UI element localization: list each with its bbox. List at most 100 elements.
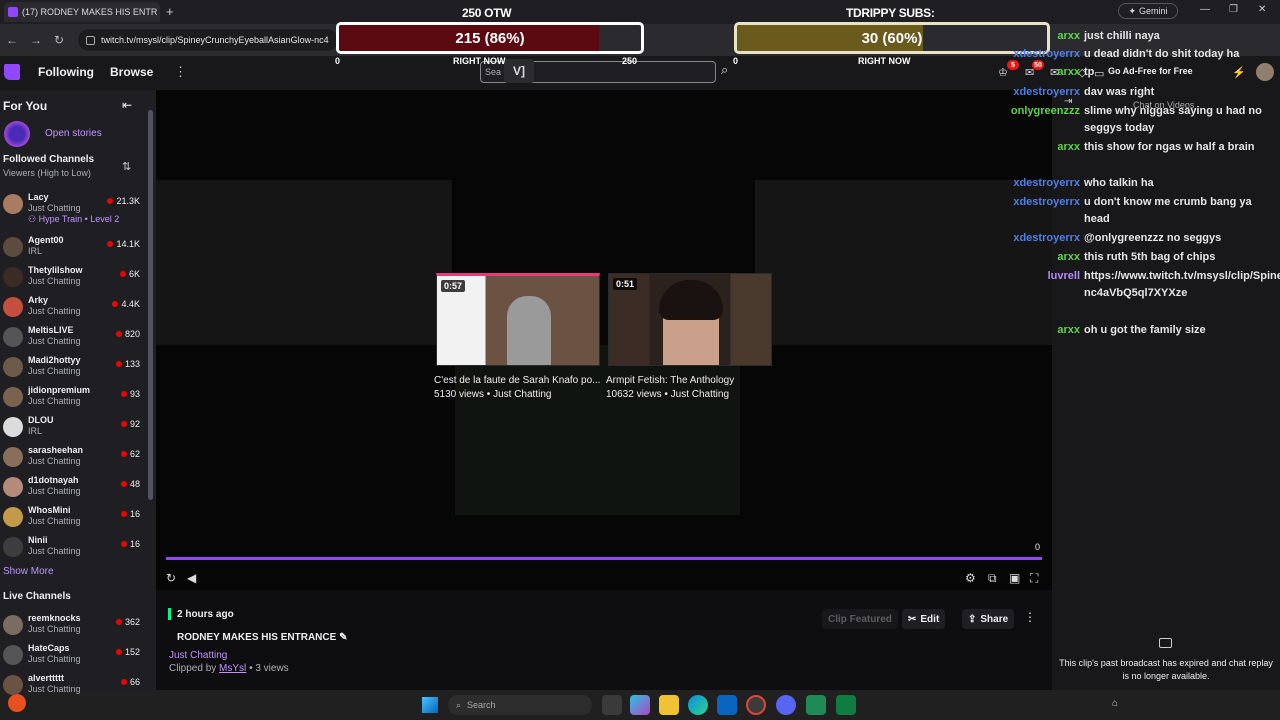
clip-featured-button[interactable]: Clip Featured xyxy=(822,609,898,629)
chat-username[interactable]: xdestroyerrx xyxy=(1002,194,1084,211)
copilot-icon[interactable] xyxy=(630,695,650,715)
maximize-icon[interactable]: ❐ xyxy=(1229,4,1238,15)
site-info-icon[interactable] xyxy=(86,35,95,45)
chrome-icon[interactable] xyxy=(746,695,766,715)
recommended-clip-title[interactable]: C'est de la faute de Sarah Knafo po... xyxy=(434,375,600,386)
sidebar-channel-whosmini[interactable]: WhosMini Just Chatting 16 xyxy=(0,503,150,533)
fullscreen-icon[interactable]: ⛶ xyxy=(1030,571,1038,586)
live-dot-icon xyxy=(120,679,127,685)
start-icon[interactable] xyxy=(422,697,438,713)
sidebar-channel-d1dotnayah[interactable]: d1dotnayah Just Chatting 48 xyxy=(0,473,150,503)
edge-icon[interactable] xyxy=(688,695,708,715)
chat-message: arxx just chilli naya xyxy=(1002,28,1280,45)
live-dot-icon xyxy=(120,481,127,487)
sidebar-channel-agent00[interactable]: Agent00 IRL 14.1K xyxy=(0,233,150,263)
chat-message: xdestroyerrx who talkin ha xyxy=(1002,175,1280,192)
url-field[interactable]: twitch.tv/msysl/clip/SpineyCrunchyEyebal… xyxy=(78,29,338,51)
show-more-link[interactable]: Show More xyxy=(3,566,54,577)
recommended-clip-2[interactable]: 0:51 xyxy=(608,273,772,366)
discord-icon[interactable] xyxy=(776,695,796,715)
sidebar-channel-jidionpremium[interactable]: jidionpremium Just Chatting 93 xyxy=(0,383,150,413)
back-icon[interactable]: ← xyxy=(6,33,18,47)
collapse-sidebar-icon[interactable]: ⇤ xyxy=(122,98,132,112)
chat-expired-notice: This clip's past broadcast has expired a… xyxy=(1059,658,1273,681)
clip-category-link[interactable]: Just Chatting xyxy=(169,650,227,661)
chat-username[interactable]: onlygreenzzz xyxy=(1002,103,1084,120)
chat-username[interactable]: xdestroyerrx xyxy=(1002,46,1084,63)
sidebar-channel-arky[interactable]: Arky Just Chatting 4.4K xyxy=(0,293,150,323)
nav-following[interactable]: Following xyxy=(38,65,94,79)
clipper-link[interactable]: MsYsl xyxy=(219,663,246,674)
settings-gear-icon[interactable]: ⚙ xyxy=(965,571,976,585)
viewer-count: 21.3K xyxy=(107,196,140,206)
stories-avatar[interactable] xyxy=(4,121,30,147)
channel-category: IRL xyxy=(28,246,43,256)
reload-icon[interactable]: ↻ xyxy=(54,33,64,47)
open-stories-link[interactable]: Open stories xyxy=(45,128,102,139)
clip-more-icon[interactable]: ⋮ xyxy=(1024,610,1036,624)
chat-username[interactable]: arxx xyxy=(1002,64,1084,81)
channel-name: DLOU xyxy=(28,415,54,425)
twitch-logo-icon[interactable] xyxy=(4,64,20,80)
sidebar-channel-lacy[interactable]: Lacy Just Chatting 21.3K ⚇ Hype Train • Lev… xyxy=(0,190,150,224)
sidebar-channel-ninii[interactable]: Ninii Just Chatting 16 xyxy=(0,533,150,563)
chat-message: xdestroyerrx dav was right xyxy=(1002,84,1280,101)
sidebar-channel-hatecaps[interactable]: HateCaps Just Chatting 152 xyxy=(0,641,150,671)
live-dot-icon xyxy=(115,331,122,337)
avatar xyxy=(3,357,23,377)
taskbar-search[interactable]: ⌕ Search xyxy=(448,695,592,715)
minimize-icon[interactable]: — xyxy=(1200,4,1210,15)
sidebar-channel-reemknocks[interactable]: reemknocks Just Chatting 362 xyxy=(0,611,150,641)
nav-browse[interactable]: Browse xyxy=(110,65,153,79)
theatre-mode-icon[interactable]: ▣ xyxy=(1009,571,1020,585)
sidebar-channel-alverttttt[interactable]: alverttttt Just Chatting 66 xyxy=(0,671,150,701)
sidebar-channel-sarasheehan[interactable]: sarasheehan Just Chatting 62 xyxy=(0,443,150,473)
search-icon[interactable]: ⌕ xyxy=(721,62,728,78)
overlay-right-value: 30 (60%) xyxy=(861,29,923,47)
sort-icon[interactable]: ⇅ xyxy=(122,160,131,173)
avatar xyxy=(3,387,23,407)
live-dot-icon xyxy=(119,271,126,277)
app-icon[interactable] xyxy=(806,695,826,715)
task-view-icon[interactable] xyxy=(602,695,622,715)
chat-username[interactable]: xdestroyerrx xyxy=(1002,230,1084,247)
recommended-clip-meta: 5130 views • Just Chatting xyxy=(434,389,552,400)
recommended-clip-title[interactable]: Armpit Fetish: The Anthology xyxy=(606,375,734,386)
clipped-by-label: Clipped by xyxy=(169,663,217,674)
chat-username[interactable]: xdestroyerrx xyxy=(1002,175,1084,192)
edit-button[interactable]: ✂ Edit xyxy=(902,609,946,629)
chat-username[interactable]: xdestroyerrx xyxy=(1002,84,1084,101)
avatar xyxy=(3,417,23,437)
viewer-count-text: 4.4K xyxy=(121,299,140,309)
new-tab-icon[interactable]: + xyxy=(166,4,174,19)
close-window-icon[interactable]: ✕ xyxy=(1258,4,1266,15)
replay-icon[interactable]: ↻ xyxy=(166,571,176,585)
chat-username[interactable]: arxx xyxy=(1002,139,1084,156)
chat-username[interactable]: arxx xyxy=(1002,322,1084,339)
edit-title-icon[interactable]: ✎ xyxy=(339,632,347,643)
sidebar-channel-meltislive[interactable]: MeltisLIVE Just Chatting 820 xyxy=(0,323,150,353)
progress-bar[interactable] xyxy=(166,557,1042,560)
sidebar-channel-thetylilshow[interactable]: Thetylilshow Just Chatting 6K xyxy=(0,263,150,293)
overlay-left-sub: RIGHT NOW xyxy=(453,56,506,66)
clip-icon[interactable]: ⧉ xyxy=(988,571,997,586)
gemini-button[interactable]: ✦ Gemini xyxy=(1118,3,1178,19)
sidebar-channel-madi2hottyy[interactable]: Madi2hottyy Just Chatting 133 xyxy=(0,353,150,383)
volume-icon[interactable]: ◀ xyxy=(187,571,196,585)
overlay-right-min: 0 xyxy=(733,56,739,66)
recommended-clip-1[interactable]: 0:57 xyxy=(436,273,600,366)
browser-tab[interactable]: (17) RODNEY MAKES HIS ENTR ✕ xyxy=(4,2,160,22)
chat-username[interactable]: luvrell xyxy=(1002,268,1084,285)
clipped-by: Clipped by MsYsl • 3 views xyxy=(169,663,289,674)
file-explorer-icon[interactable] xyxy=(659,695,679,715)
chat-username[interactable]: arxx xyxy=(1002,249,1084,266)
sidebar-channel-dlou[interactable]: DLOU IRL 92 xyxy=(0,413,150,443)
share-button[interactable]: ⇪ Share xyxy=(962,609,1015,629)
outlook-icon[interactable] xyxy=(717,695,737,715)
forward-icon[interactable]: → xyxy=(30,33,42,47)
viewer-count: 62 xyxy=(120,449,140,459)
chat-username[interactable]: arxx xyxy=(1002,28,1084,45)
tray-icon[interactable]: ⌂ xyxy=(1112,698,1118,709)
excel-icon[interactable] xyxy=(836,695,856,715)
more-menu-icon[interactable]: ⋮ xyxy=(174,64,187,80)
